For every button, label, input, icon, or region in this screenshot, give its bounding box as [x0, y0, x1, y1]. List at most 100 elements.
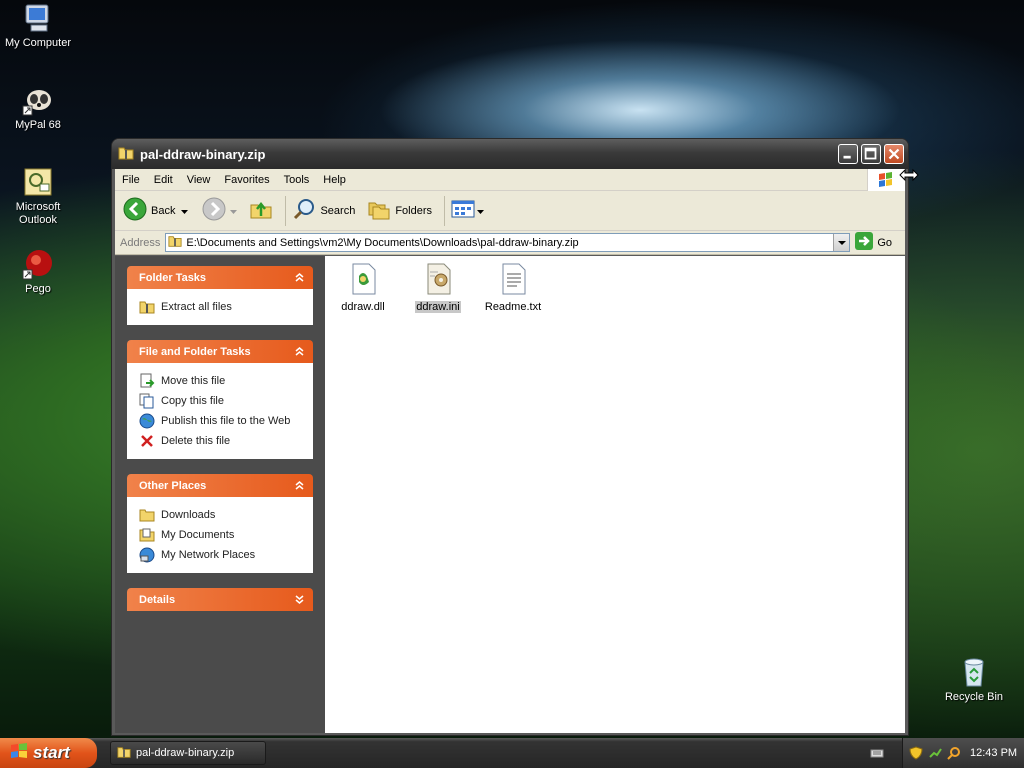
keyboard-icon[interactable]	[870, 746, 884, 760]
views-icon	[451, 199, 475, 222]
expand-icon[interactable]	[292, 592, 307, 607]
chevron-down-icon[interactable]	[477, 205, 485, 217]
toolbar-separator	[285, 195, 287, 226]
system-tray: 12:43 PM	[902, 738, 1024, 768]
network-places-icon	[139, 547, 155, 563]
mypal-icon	[22, 84, 54, 116]
place-downloads[interactable]: Downloads	[139, 505, 303, 525]
menu-tools[interactable]: Tools	[277, 174, 317, 186]
menu-favorites[interactable]: Favorites	[217, 174, 276, 186]
details-panel: Details	[127, 588, 313, 611]
task-delete-file[interactable]: Delete this file	[139, 431, 303, 451]
desktop-icon-label: MyPal 68	[15, 119, 61, 131]
place-my-documents[interactable]: My Documents	[139, 525, 303, 545]
address-bar: Address E:\Documents and Settings\vm2\My…	[115, 231, 905, 255]
resize-cursor-icon	[899, 168, 919, 185]
desktop-icon-label: Recycle Bin	[944, 691, 1004, 703]
globe-icon	[139, 413, 155, 429]
folder-tasks-header[interactable]: Folder Tasks	[127, 266, 313, 289]
computer-icon	[22, 2, 54, 34]
desktop-icon-recycle-bin[interactable]: Recycle Bin	[936, 656, 1012, 703]
desktop-icon-outlook[interactable]: Microsoft Outlook	[0, 166, 76, 227]
desktop-icon-label: Pego	[25, 283, 51, 295]
chevron-down-icon[interactable]	[230, 205, 238, 217]
desktop-icon-label: My Computer	[4, 37, 72, 49]
file-list: ddraw.dll ddraw.ini Readme.txt	[325, 256, 905, 733]
go-button[interactable]: Go	[855, 232, 892, 253]
maximize-button[interactable]	[861, 144, 881, 164]
collapse-icon[interactable]	[292, 270, 307, 285]
taskbar-window-button[interactable]: pal-ddraw-binary.zip	[110, 741, 266, 765]
toolbar: Back Search Folders	[115, 191, 905, 231]
place-my-network-places[interactable]: My Network Places	[139, 545, 303, 565]
search-icon	[292, 197, 316, 224]
copy-file-icon	[139, 393, 155, 409]
up-folder-button[interactable]	[249, 197, 273, 224]
folders-icon	[367, 197, 391, 224]
address-dropdown-button[interactable]	[833, 234, 850, 251]
title-bar[interactable]: pal-ddraw-binary.zip	[112, 139, 908, 169]
views-button[interactable]	[451, 199, 485, 222]
back-button[interactable]: Back	[123, 197, 189, 224]
outlook-icon	[22, 166, 54, 198]
zip-folder-icon	[139, 299, 155, 315]
desktop-icon-pego[interactable]: Pego	[0, 248, 76, 295]
folder-tasks-panel: Folder Tasks Extract all files	[127, 266, 313, 325]
forward-arrow-icon	[202, 197, 226, 224]
start-button[interactable]: start	[0, 738, 97, 768]
collapse-icon[interactable]	[292, 478, 307, 493]
forward-button[interactable]	[202, 197, 238, 224]
desktop-icon-mypal[interactable]: MyPal 68	[0, 84, 76, 131]
zip-folder-icon	[118, 145, 134, 164]
address-value: E:\Documents and Settings\vm2\My Documen…	[186, 236, 579, 249]
windows-logo-icon	[10, 742, 28, 765]
menu-file[interactable]: File	[115, 174, 147, 186]
task-publish-file[interactable]: Publish this file to the Web	[139, 411, 303, 431]
documents-folder-icon	[139, 527, 155, 543]
task-pane: Folder Tasks Extract all files File and …	[115, 256, 325, 733]
window-title: pal-ddraw-binary.zip	[140, 146, 266, 162]
go-arrow-icon	[855, 232, 874, 253]
address-input[interactable]: E:\Documents and Settings\vm2\My Documen…	[165, 233, 851, 252]
file-item-readme-txt[interactable]: Readme.txt	[475, 262, 551, 313]
file-item-ddraw-dll[interactable]: ddraw.dll	[325, 262, 401, 313]
task-move-file[interactable]: Move this file	[139, 371, 303, 391]
zip-folder-icon	[117, 745, 131, 762]
up-folder-icon	[249, 197, 273, 224]
other-places-header[interactable]: Other Places	[127, 474, 313, 497]
text-file-icon	[497, 262, 529, 296]
zip-folder-icon	[168, 234, 182, 251]
folder-icon	[139, 507, 155, 523]
menu-help[interactable]: Help	[316, 174, 353, 186]
file-item-ddraw-ini[interactable]: ddraw.ini	[400, 262, 476, 313]
address-label: Address	[120, 236, 161, 249]
dll-file-icon	[347, 262, 379, 296]
desktop-icon-label: Microsoft Outlook	[15, 201, 61, 226]
delete-icon	[139, 433, 155, 449]
other-places-panel: Other Places Downloads My Documents My N…	[127, 474, 313, 573]
collapse-icon[interactable]	[292, 344, 307, 359]
minimize-button[interactable]	[838, 144, 858, 164]
search-icon[interactable]	[947, 746, 961, 760]
back-arrow-icon	[123, 197, 147, 224]
config-file-icon	[422, 262, 454, 296]
folders-button[interactable]: Folders	[367, 197, 432, 224]
search-button[interactable]: Search	[292, 197, 355, 224]
network-icon[interactable]	[928, 746, 942, 760]
toolbar-separator	[444, 195, 446, 226]
chevron-down-icon[interactable]	[181, 205, 189, 217]
recycle-bin-icon	[958, 656, 990, 688]
window-content: Folder Tasks Extract all files File and …	[115, 256, 905, 733]
security-shield-icon[interactable]	[909, 746, 923, 760]
menu-bar: File Edit View Favorites Tools Help	[115, 169, 905, 191]
details-header[interactable]: Details	[127, 588, 313, 611]
task-extract-all-files[interactable]: Extract all files	[139, 297, 303, 317]
task-copy-file[interactable]: Copy this file	[139, 391, 303, 411]
close-button[interactable]	[884, 144, 904, 164]
file-folder-tasks-header[interactable]: File and Folder Tasks	[127, 340, 313, 363]
clock: 12:43 PM	[970, 747, 1018, 759]
move-file-icon	[139, 373, 155, 389]
menu-view[interactable]: View	[180, 174, 218, 186]
menu-edit[interactable]: Edit	[147, 174, 180, 186]
desktop-icon-my-computer[interactable]: My Computer	[0, 2, 76, 49]
